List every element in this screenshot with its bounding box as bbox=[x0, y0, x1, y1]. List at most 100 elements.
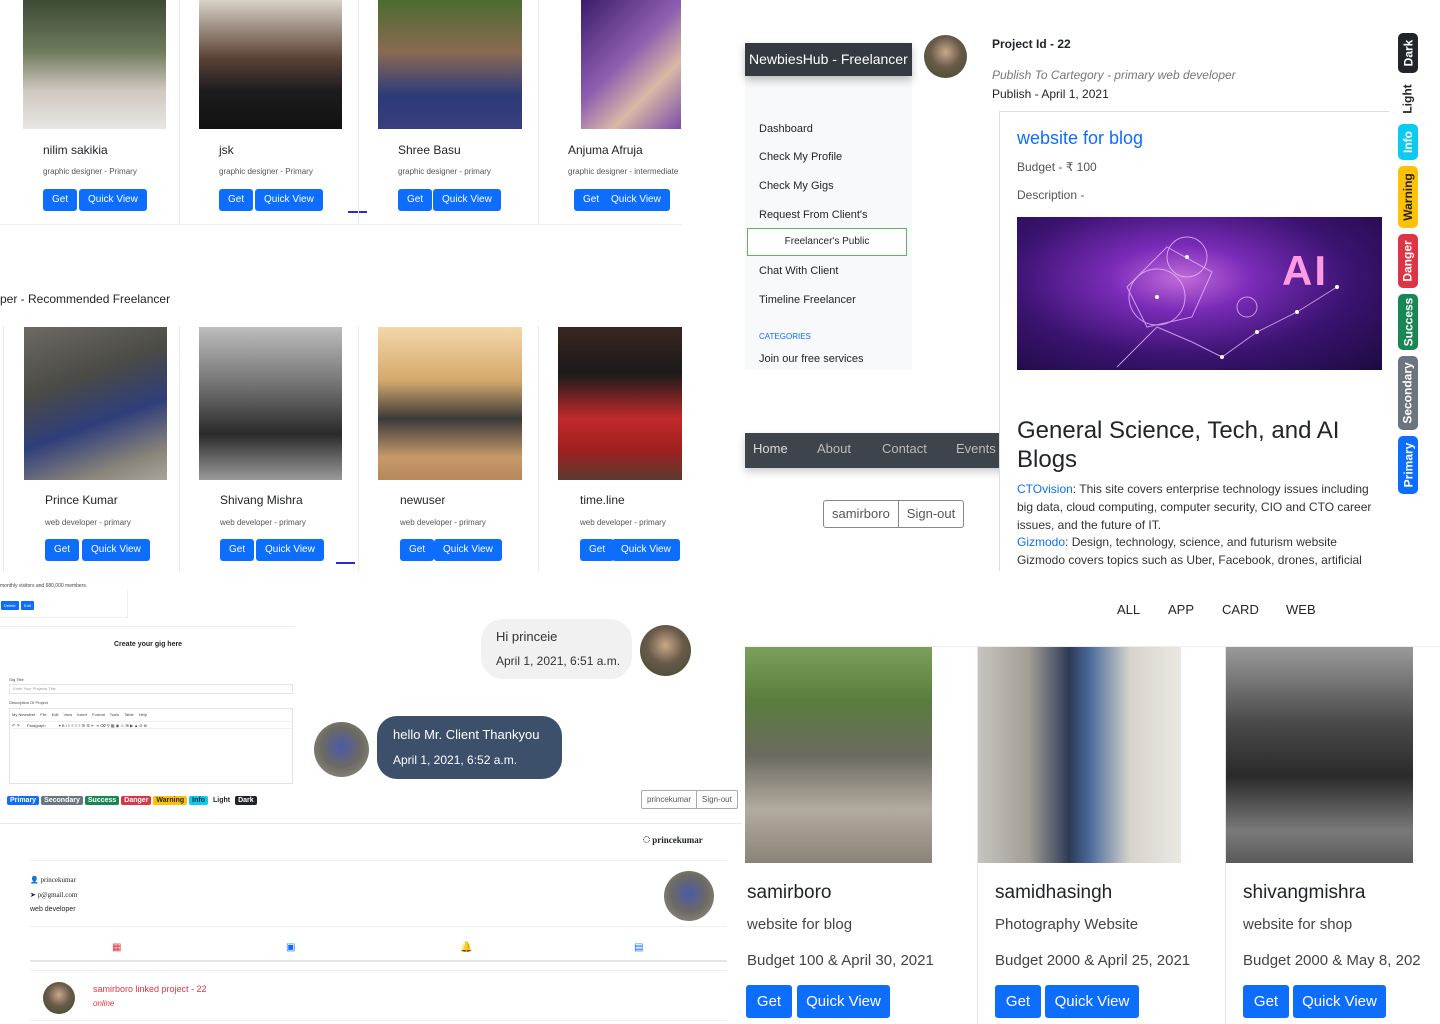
rich-text-editor[interactable]: My Newsfeet File Edit View Insert Format… bbox=[9, 708, 293, 784]
paragraph-select[interactable]: Paragraph bbox=[27, 723, 46, 728]
sidebar-item-check-gigs[interactable]: Check My Gigs bbox=[759, 180, 834, 192]
edit-button[interactable]: Edit bbox=[21, 601, 34, 610]
small-username-button[interactable]: princekumar bbox=[642, 791, 698, 808]
badge-secondary: Secondary bbox=[1398, 356, 1418, 430]
project-title[interactable]: website for blog bbox=[1017, 128, 1143, 149]
freelancer-role: graphic designer - intermediate bbox=[568, 167, 679, 176]
get-button[interactable]: Get bbox=[398, 189, 433, 211]
filter-app[interactable]: APP bbox=[1168, 602, 1194, 617]
sidebar-item-join-services[interactable]: Join our free services bbox=[759, 353, 864, 365]
sidebar-brand[interactable]: NewbiesHub - Freelancer bbox=[745, 43, 912, 76]
sidebar-item-check-profile[interactable]: Check My Profile bbox=[759, 151, 842, 163]
freelancer-card: jsk graphic designer - Primary Get Quick… bbox=[179, 0, 367, 225]
quick-view-button[interactable]: Quick View bbox=[434, 539, 502, 561]
quick-view-button[interactable]: Quick View bbox=[433, 189, 501, 211]
quick-view-button[interactable]: Quick View bbox=[1293, 985, 1386, 1018]
undo-icon[interactable]: ↶ ↷ bbox=[12, 723, 20, 728]
divider bbox=[30, 1020, 727, 1021]
freelancer-card: Prince Kumar web developer - primary Get… bbox=[3, 326, 179, 572]
quick-view-button[interactable]: Quick View bbox=[612, 539, 680, 561]
contact-card-icon[interactable]: ▤ bbox=[634, 942, 643, 953]
quick-view-button[interactable]: Quick View bbox=[79, 189, 147, 211]
nav-home[interactable]: Home bbox=[753, 441, 788, 456]
grid-icon[interactable]: ▦ bbox=[112, 942, 121, 953]
get-button[interactable]: Get bbox=[45, 539, 80, 561]
small-badge-warning: Warning bbox=[153, 796, 188, 805]
badge-success: Success bbox=[1398, 294, 1418, 350]
editor-menu-file[interactable]: File bbox=[40, 712, 46, 717]
badge-dark: Dark bbox=[1398, 33, 1418, 73]
freelancer-card: Anjuma Afruja graphic designer - interme… bbox=[538, 0, 682, 225]
editor-menu-help[interactable]: Help bbox=[139, 712, 147, 717]
project-budget: Budget - ₹ 100 bbox=[1017, 160, 1097, 174]
project-description-label: Description - bbox=[1017, 188, 1085, 202]
quick-view-button[interactable]: Quick View bbox=[602, 189, 670, 211]
get-button[interactable]: Get bbox=[580, 539, 615, 561]
profile-header-username[interactable]: princekumar bbox=[652, 835, 703, 845]
notification-text[interactable]: samirboro linked project - 22 bbox=[93, 984, 207, 994]
nav-events[interactable]: Events bbox=[956, 441, 996, 456]
filter-card[interactable]: CARD bbox=[1222, 602, 1259, 617]
freelancer-photo bbox=[378, 327, 522, 480]
format-toolbar-icons[interactable]: ▾ B I ≡ ≡ ≡ ≡ ☰ ☰ ⇤ ⇥ ⌫ ⚲ ▦ ◉ ☺ ⊞ ▶ ▲ ⊘ … bbox=[59, 723, 147, 728]
get-button[interactable]: Get bbox=[400, 539, 435, 561]
project-user: samirboro bbox=[747, 882, 832, 903]
freelancer-role: graphic designer - Primary bbox=[43, 167, 137, 176]
editor-menu-format[interactable]: Format bbox=[92, 712, 105, 717]
blog-paragraph-2: Gizmodo: Design, technology, science, an… bbox=[1017, 533, 1387, 571]
nav-about[interactable]: About bbox=[817, 441, 851, 456]
get-button[interactable]: Get bbox=[43, 189, 78, 211]
get-button[interactable]: Get bbox=[995, 985, 1041, 1018]
bell-icon[interactable]: 🔔 bbox=[460, 942, 472, 953]
editor-menu-view[interactable]: View bbox=[63, 712, 72, 717]
signout-button[interactable]: Sign-out bbox=[899, 501, 963, 527]
freelancer-photo bbox=[378, 0, 522, 129]
quick-view-button[interactable]: Quick View bbox=[797, 985, 890, 1018]
editor-menu-tools[interactable]: Tools bbox=[110, 712, 119, 717]
get-button[interactable]: Get bbox=[1243, 985, 1289, 1018]
spinner-icon bbox=[643, 836, 650, 843]
username-button[interactable]: samirboro bbox=[824, 501, 899, 527]
nav-contact[interactable]: Contact bbox=[882, 441, 927, 456]
gig-title-input[interactable]: Enter Your Projects Title bbox=[9, 684, 293, 694]
filter-all[interactable]: ALL bbox=[1117, 602, 1140, 617]
get-button[interactable]: Get bbox=[220, 539, 255, 561]
gig-description-label: Description Of Project bbox=[9, 700, 48, 705]
quick-view-button[interactable]: Quick View bbox=[256, 539, 324, 561]
divider bbox=[0, 626, 295, 627]
project-user: samidhasingh bbox=[995, 882, 1113, 903]
editor-menu-edit[interactable]: Edit bbox=[52, 712, 59, 717]
profile-username-text: princekumar bbox=[40, 876, 76, 884]
freelancer-photo bbox=[24, 327, 167, 480]
small-signout-button[interactable]: Sign-out bbox=[697, 791, 737, 808]
sidebar-item-requests[interactable]: Request From Client's bbox=[759, 209, 867, 221]
sidebar-item-timeline[interactable]: Timeline Freelancer bbox=[759, 294, 856, 306]
chat-message-time: April 1, 2021, 6:52 a.m. bbox=[393, 753, 518, 767]
freelancer-photo bbox=[558, 327, 682, 480]
editor-menu-insert[interactable]: Insert bbox=[77, 712, 87, 717]
editor-menu-newsfeet[interactable]: My Newsfeet bbox=[12, 712, 35, 717]
sidebar-item-dashboard[interactable]: Dashboard bbox=[759, 123, 813, 135]
get-button[interactable]: Get bbox=[219, 189, 254, 211]
project-budget: Budget 2000 & May 8, 202 bbox=[1243, 952, 1421, 969]
avatar bbox=[314, 722, 369, 777]
profile-header-user: princekumar bbox=[643, 835, 703, 845]
quick-view-button[interactable]: Quick View bbox=[82, 539, 150, 561]
gizmodo-link[interactable]: Gizmodo bbox=[1017, 535, 1065, 549]
editor-menu-table[interactable]: Table bbox=[124, 712, 134, 717]
quick-view-button[interactable]: Quick View bbox=[1045, 985, 1139, 1018]
gallery-icon[interactable]: ▣ bbox=[286, 942, 295, 953]
small-badge-info: Info bbox=[189, 796, 208, 805]
project-title: Photography Website bbox=[995, 916, 1139, 933]
project-card: samidhasingh Photography Website Budget … bbox=[977, 647, 1225, 1024]
quick-view-button[interactable]: Quick View bbox=[255, 189, 323, 211]
sidebar-item-freelancers-public[interactable]: Freelancer's Public bbox=[747, 228, 907, 256]
sidebar-item-chat[interactable]: Chat With Client bbox=[759, 265, 838, 277]
ctovision-link[interactable]: CTOvision bbox=[1017, 482, 1073, 496]
delete-button[interactable]: Delete bbox=[1, 601, 19, 610]
divider bbox=[30, 926, 727, 927]
get-button[interactable]: Get bbox=[746, 985, 792, 1018]
filter-web[interactable]: WEB bbox=[1286, 602, 1316, 617]
project-card: website for blog Budget - ₹ 100 Descript… bbox=[999, 111, 1389, 571]
freelancer-role: graphic designer - primary bbox=[398, 167, 491, 176]
